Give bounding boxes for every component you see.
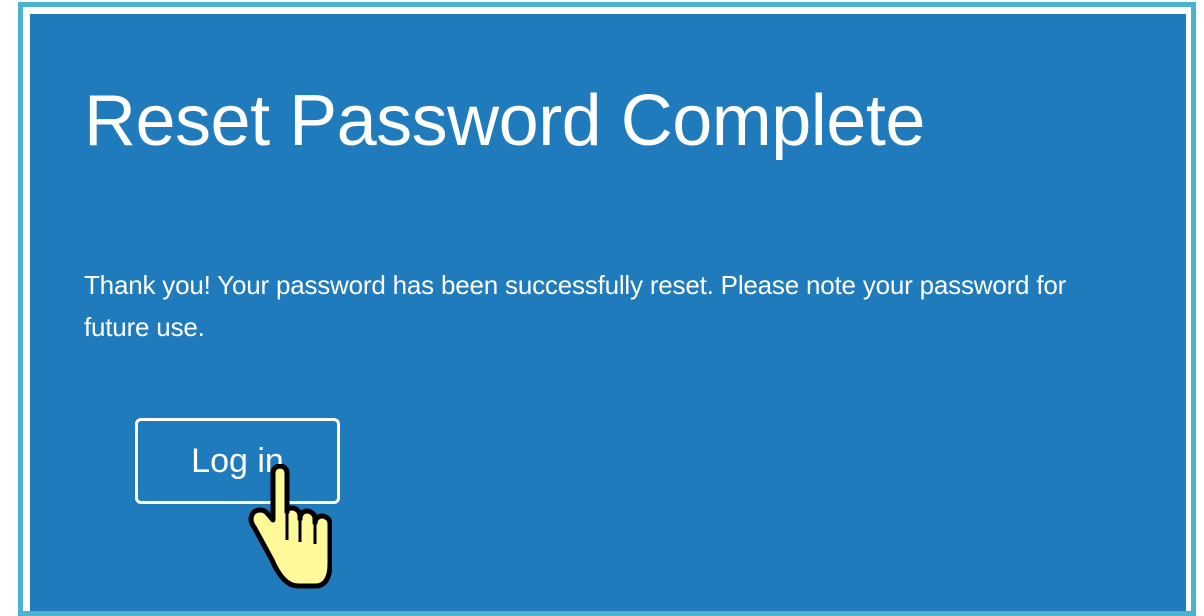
hand-pointer-icon — [248, 464, 332, 589]
reset-password-frame: Reset Password Complete Thank you! Your … — [18, 2, 1196, 616]
confirmation-message: Thank you! Your password has been succes… — [84, 270, 1067, 342]
reset-password-panel: Reset Password Complete Thank you! Your … — [30, 14, 1186, 611]
page-title: Reset Password Complete — [84, 81, 925, 161]
